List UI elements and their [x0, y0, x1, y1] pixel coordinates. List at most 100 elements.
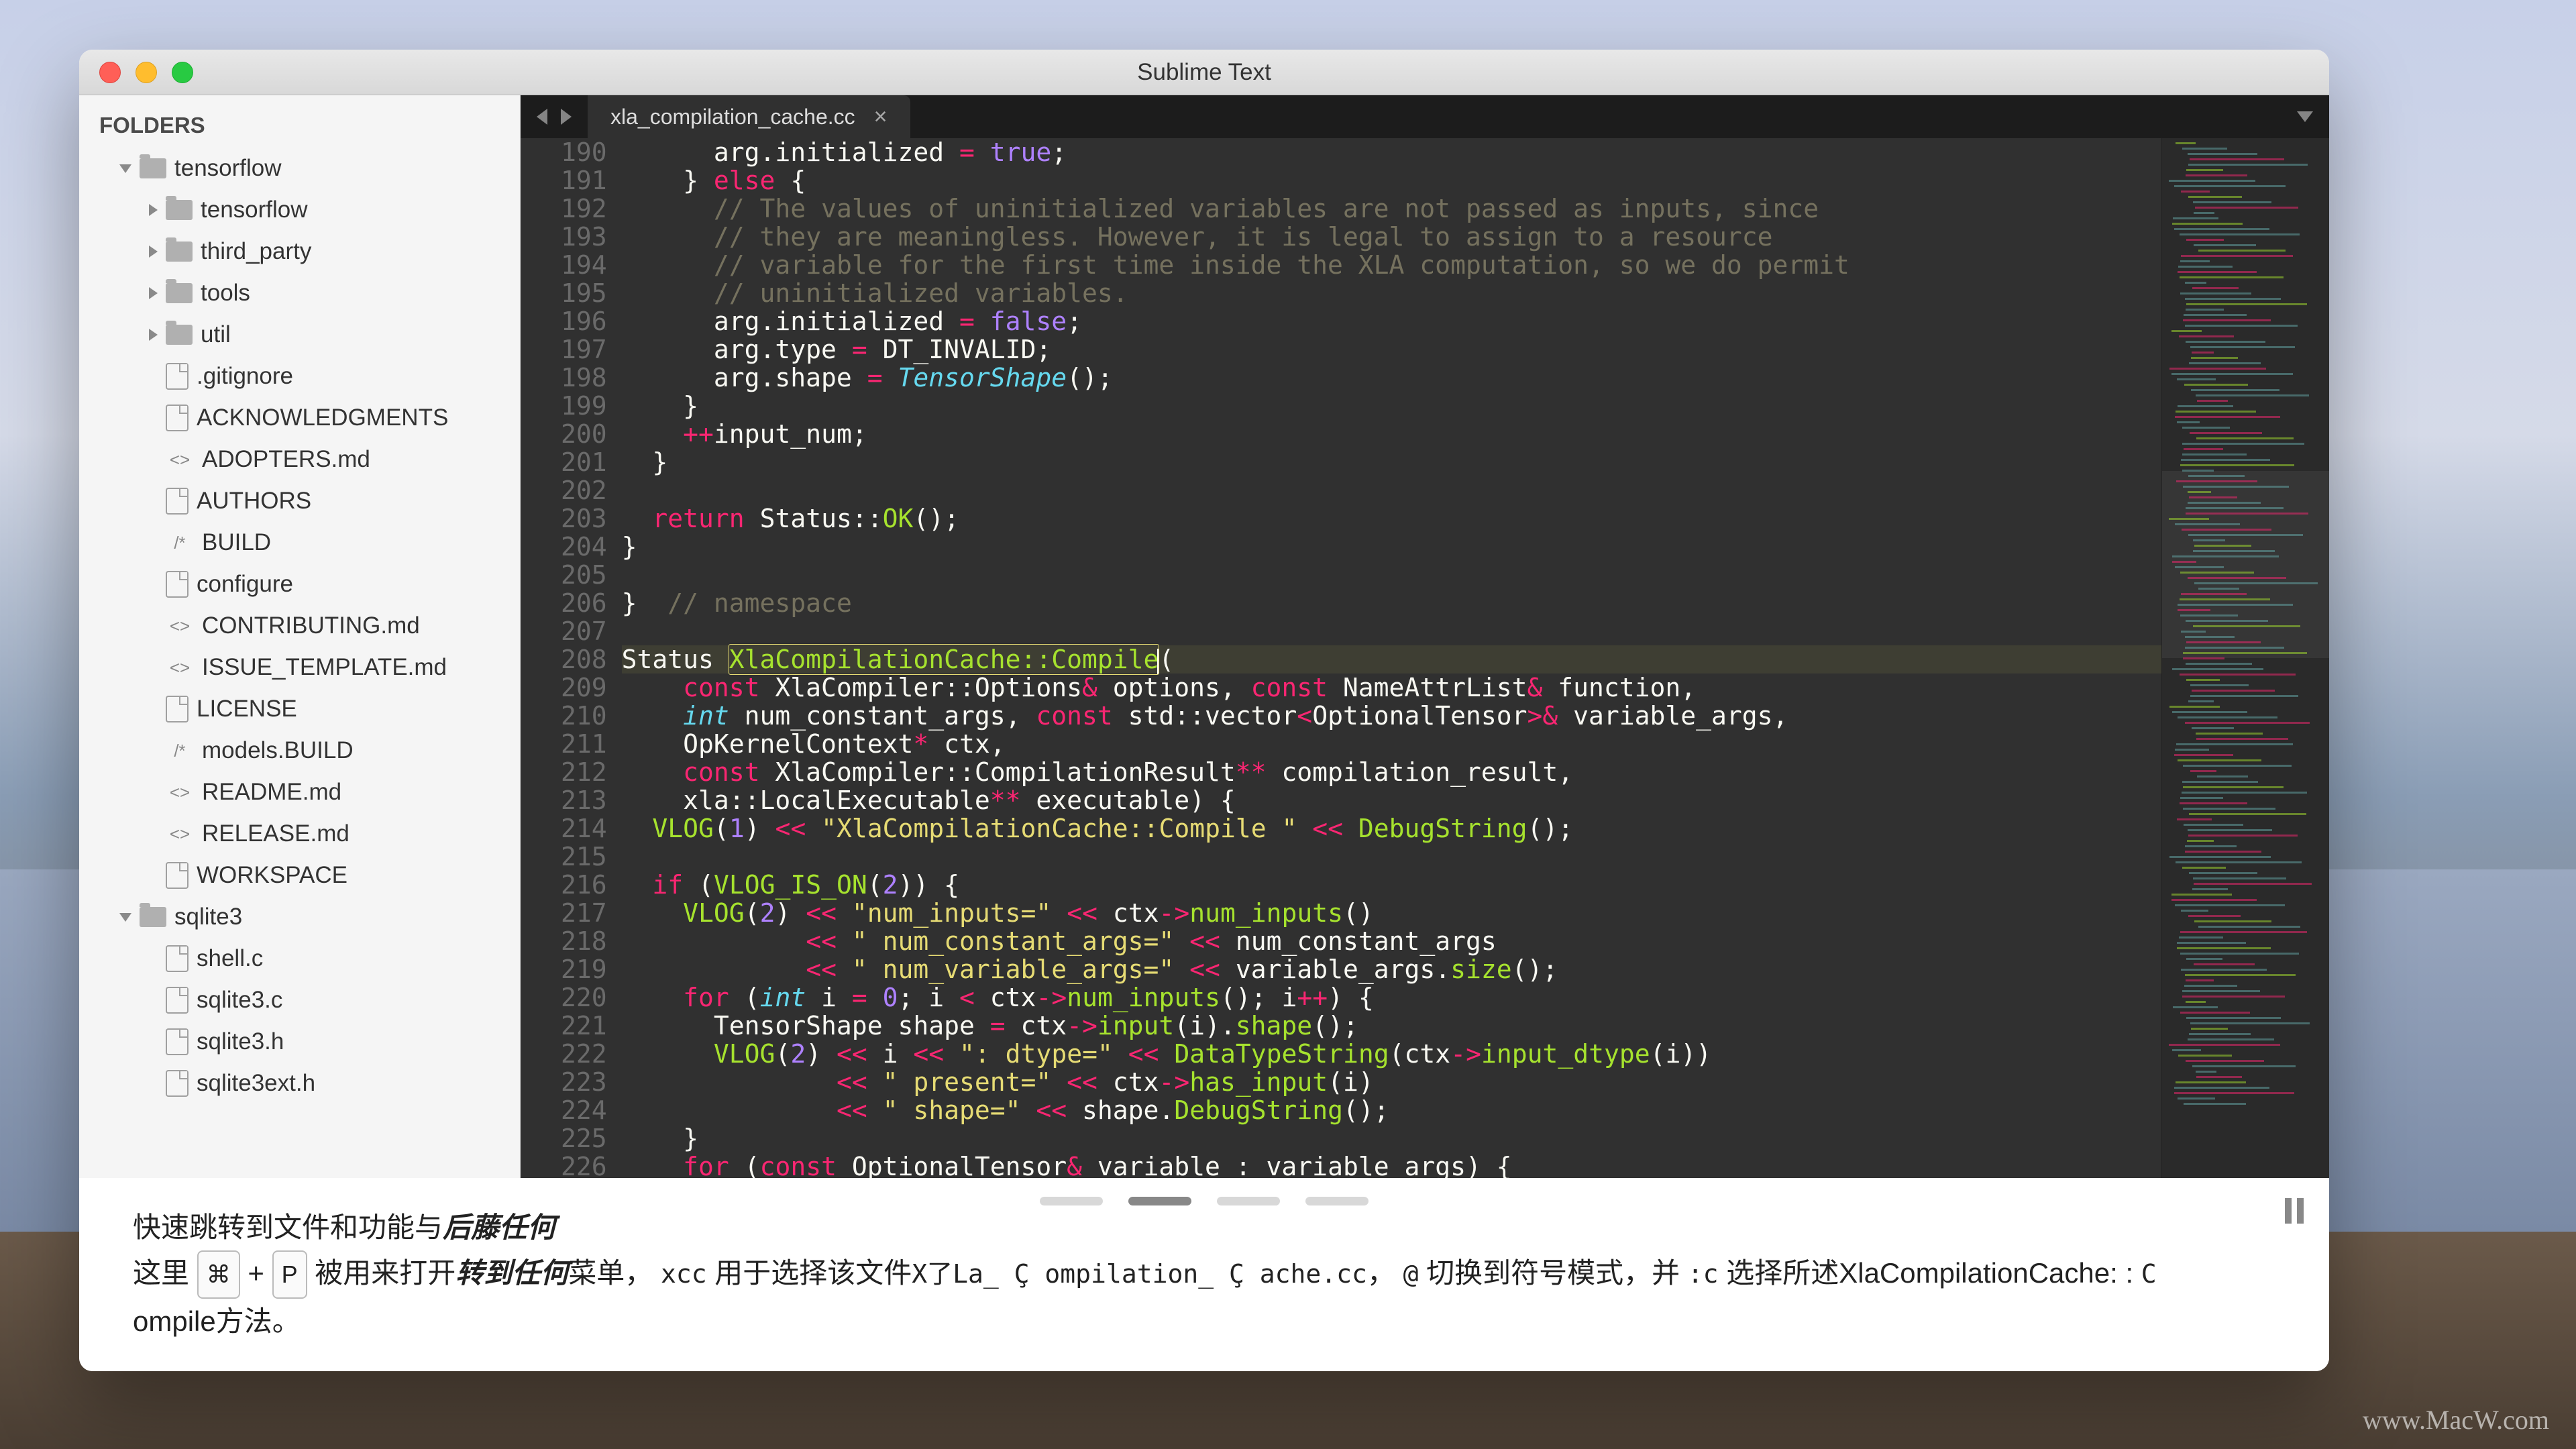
- code-content[interactable]: arg.initialized = true; } else { // The …: [622, 138, 2161, 1178]
- folder-row[interactable]: util: [79, 314, 520, 356]
- kbd-p: P: [272, 1250, 307, 1299]
- history-forward-button[interactable]: [561, 109, 572, 125]
- disclosure-triangle-icon[interactable]: [119, 913, 131, 922]
- tab-overflow-menu[interactable]: [2297, 111, 2313, 122]
- tree-item-label: sqlite3.c: [197, 987, 282, 1014]
- tutorial-dot[interactable]: [1040, 1197, 1103, 1205]
- folder-row[interactable]: sqlite3: [79, 896, 520, 938]
- minimap[interactable]: [2161, 138, 2329, 1178]
- file-row[interactable]: /* BUILD: [79, 522, 520, 564]
- file-row[interactable]: sqlite3ext.h: [79, 1063, 520, 1104]
- file-type-icon: /*: [166, 741, 194, 761]
- file-row[interactable]: <>ADOPTERS.md: [79, 439, 520, 480]
- tab-label: xla_compilation_cache.cc: [610, 105, 855, 129]
- file-row[interactable]: shell.c: [79, 938, 520, 979]
- disclosure-triangle-icon[interactable]: [149, 204, 158, 216]
- file-icon: [166, 571, 189, 598]
- disclosure-triangle-icon[interactable]: [149, 287, 158, 299]
- traffic-lights: [99, 62, 193, 83]
- tutorial-title: 快速跳转到文件和功能与后藤任何: [133, 1205, 2275, 1250]
- tutorial-dot[interactable]: [1217, 1197, 1280, 1205]
- folder-icon: [166, 200, 193, 220]
- file-icon: [166, 488, 189, 515]
- file-row[interactable]: <>ISSUE_TEMPLATE.md: [79, 647, 520, 688]
- tree-item-label: WORKSPACE: [197, 862, 347, 889]
- folder-row[interactable]: tensorflow: [79, 148, 520, 189]
- tree-item-label: LICENSE: [197, 696, 297, 722]
- disclosure-triangle-icon[interactable]: [149, 246, 158, 258]
- tab-bar: xla_compilation_cache.cc ×: [521, 95, 2329, 138]
- close-window-button[interactable]: [99, 62, 121, 83]
- tree-item-label: ADOPTERS.md: [202, 446, 370, 473]
- tree-item-label: CONTRIBUTING.md: [202, 612, 420, 639]
- tutorial-pause-button[interactable]: [2285, 1198, 2304, 1224]
- editor-area: xla_compilation_cache.cc × 1901911921931…: [521, 95, 2329, 1178]
- file-icon: [166, 696, 189, 722]
- tab-history-nav: [521, 95, 588, 138]
- file-row[interactable]: <> README.md: [79, 771, 520, 813]
- tutorial-panel: 快速跳转到文件和功能与后藤任何 这里 ⌘ + P 被用来打开转到任何菜单， xc…: [79, 1178, 2329, 1371]
- folder-tree[interactable]: tensorflow tensorflow third_partytools util…: [79, 148, 520, 1104]
- kbd-cmd-icon: ⌘: [197, 1250, 240, 1299]
- tree-item-label: ACKNOWLEDGMENTS: [197, 405, 448, 431]
- folder-row[interactable]: third_party: [79, 231, 520, 272]
- file-icon: [166, 1028, 189, 1055]
- file-icon: [166, 405, 189, 431]
- tree-item-label: third_party: [201, 238, 311, 265]
- app-window: Sublime Text FOLDERS tensorflowtensorflo…: [79, 50, 2329, 1371]
- tutorial-page-indicator: [1040, 1197, 1368, 1205]
- file-row[interactable]: LICENSE: [79, 688, 520, 730]
- file-row[interactable]: sqlite3.c: [79, 979, 520, 1021]
- disclosure-triangle-icon[interactable]: [119, 164, 131, 173]
- file-type-icon: <>: [166, 782, 194, 803]
- tree-item-label: sqlite3.h: [197, 1028, 284, 1055]
- file-row[interactable]: ACKNOWLEDGMENTS: [79, 397, 520, 439]
- tree-item-label: README.md: [202, 779, 341, 806]
- tree-item-label: BUILD: [202, 529, 271, 556]
- file-type-icon: <>: [166, 824, 194, 845]
- line-number-gutter: 1901911921931941951961971981992002012022…: [521, 138, 622, 1178]
- sidebar: FOLDERS tensorflowtensorflowthird_partyt…: [79, 95, 521, 1178]
- folder-row[interactable]: tensorflow: [79, 189, 520, 231]
- file-icon: [166, 363, 189, 390]
- code-editor[interactable]: 1901911921931941951961971981992002012022…: [521, 138, 2329, 1178]
- folder-icon: [140, 907, 166, 927]
- tutorial-body-line-2: ompile方法。: [133, 1299, 2275, 1344]
- title-bar: Sublime Text: [79, 50, 2329, 95]
- file-row[interactable]: WORKSPACE: [79, 855, 520, 896]
- file-tab[interactable]: xla_compilation_cache.cc ×: [588, 95, 910, 138]
- disclosure-triangle-icon[interactable]: [149, 329, 158, 341]
- tutorial-body-line-1: 这里 ⌘ + P 被用来打开转到任何菜单， xcc 用于选择该文件X了La_ Ç…: [133, 1250, 2275, 1299]
- file-row[interactable]: <>RELEASE.md: [79, 813, 520, 855]
- tree-item-label: models.BUILD: [202, 737, 354, 764]
- file-row[interactable]: sqlite3.h: [79, 1021, 520, 1063]
- tree-item-label: configure: [197, 571, 293, 598]
- tree-item-label: sqlite3: [174, 904, 242, 930]
- tree-item-label: tensorflow: [201, 197, 308, 223]
- folder-icon: [166, 325, 193, 345]
- folder-row[interactable]: tools: [79, 272, 520, 314]
- watermark-text: www.MacW.com: [2363, 1404, 2549, 1436]
- file-row[interactable]: .gitignore: [79, 356, 520, 397]
- folder-icon: [140, 158, 166, 178]
- zoom-window-button[interactable]: [172, 62, 193, 83]
- sidebar-header: FOLDERS: [79, 103, 520, 148]
- file-row[interactable]: /* models.BUILD: [79, 730, 520, 771]
- minimize-window-button[interactable]: [136, 62, 157, 83]
- tree-item-label: sqlite3ext.h: [197, 1070, 315, 1097]
- tree-item-label: tools: [201, 280, 250, 307]
- file-type-icon: /*: [166, 533, 194, 553]
- folder-icon: [166, 241, 193, 262]
- close-tab-button[interactable]: ×: [874, 104, 888, 130]
- file-icon: [166, 1070, 189, 1097]
- history-back-button[interactable]: [537, 109, 547, 125]
- tree-item-label: AUTHORS: [197, 488, 311, 515]
- tutorial-dot[interactable]: [1128, 1197, 1191, 1205]
- tree-item-label: tensorflow: [174, 155, 282, 182]
- file-icon: [166, 945, 189, 972]
- file-row[interactable]: <> CONTRIBUTING.md: [79, 605, 520, 647]
- tutorial-dot[interactable]: [1305, 1197, 1368, 1205]
- file-row[interactable]: configure: [79, 564, 520, 605]
- file-row[interactable]: AUTHORS: [79, 480, 520, 522]
- file-type-icon: <>: [166, 616, 194, 637]
